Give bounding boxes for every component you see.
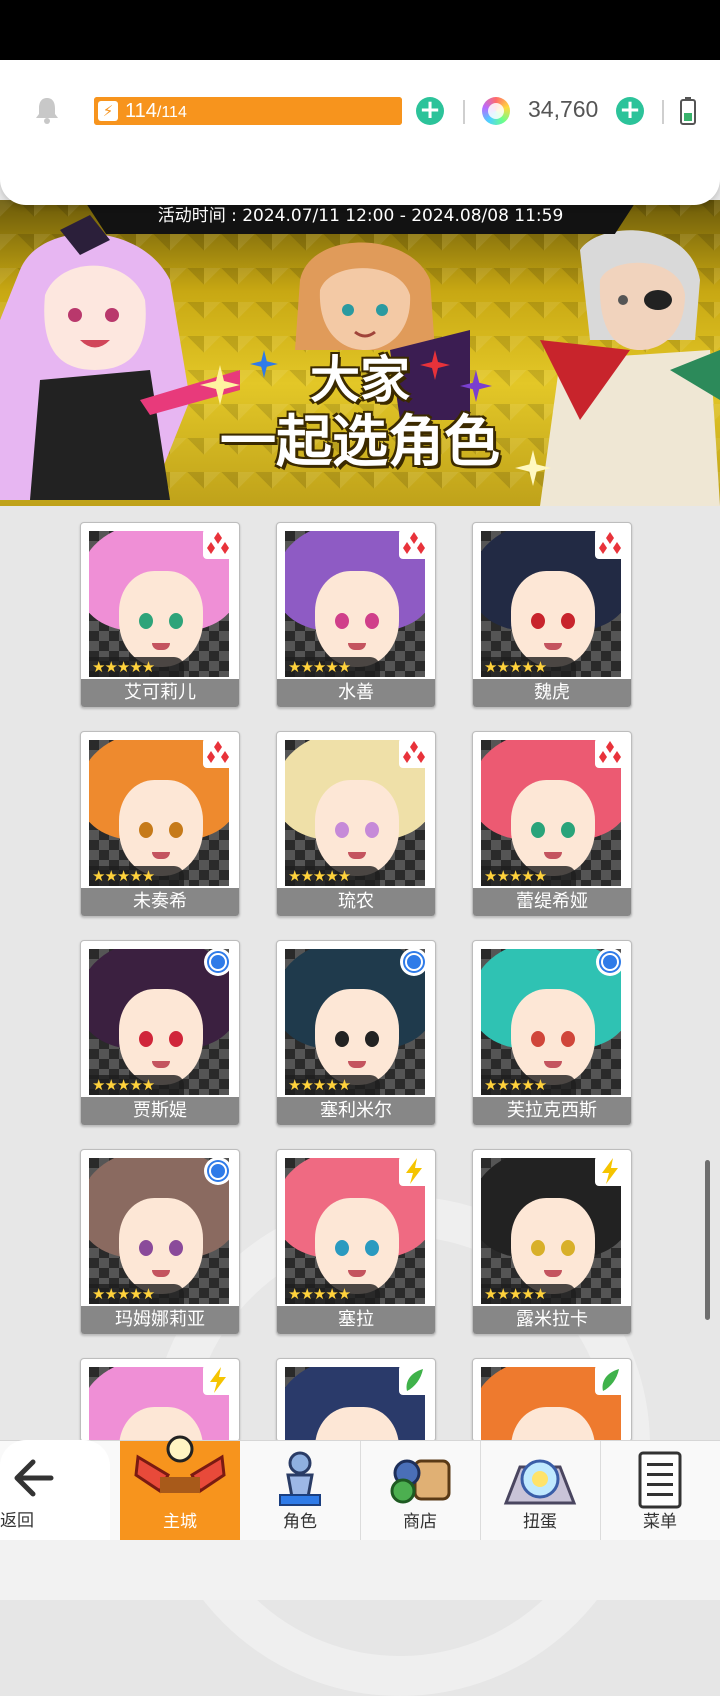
character-card[interactable]: ★★★★★ 未奏希 [80,731,240,917]
banner-title: 大家 一起选角色 [190,350,530,476]
character-name: 水善 [277,679,435,707]
banner-title-line2: 一起选角色 [220,410,500,475]
rarity-stars: ★★★★★ [89,1075,184,1095]
character-card[interactable]: ★★★★★ 琉农 [276,731,436,917]
rarity-stars: ★★★★★ [285,866,380,886]
nav-shop-label: 商店 [403,1512,437,1532]
yellow-bolt-icon [203,1365,233,1395]
battery-icon [680,97,696,125]
stamina-max: /114 [156,104,187,121]
rarity-stars: ★★★★★ [481,1075,576,1095]
character-name: 蕾缇希娅 [473,888,631,916]
character-card[interactable]: ★★★★★ 艾可莉儿 [80,522,240,708]
character-card[interactable]: ★★★★★ 芙拉克西斯 [472,940,632,1126]
character-card[interactable]: ★★★★★ 贾斯媞 [80,940,240,1126]
character-name: 贾斯媞 [81,1097,239,1125]
nav-town-label: 主城 [163,1512,197,1532]
bell-icon[interactable] [32,95,62,125]
rainbow-gem-icon [482,97,510,125]
back-arrow-icon [14,1459,54,1497]
character-figure-icon [279,1451,321,1506]
character-card[interactable]: ★★★★★ 水善 [276,522,436,708]
rarity-stars: ★★★★★ [285,1284,380,1304]
yellow-bolt-icon [595,1156,625,1186]
nav-character-label: 角色 [283,1512,317,1532]
character-name: 艾可莉儿 [81,679,239,707]
nav-town[interactable]: 主城 [120,1435,240,1541]
gesture-bar-area [0,1540,720,1600]
scrollbar[interactable] [705,1160,710,1320]
add-stamina-button[interactable]: + [416,97,444,125]
character-name: 魏虎 [473,679,631,707]
nav-character[interactable]: 角色 [240,1441,361,1541]
gacha-orb-icon [503,1459,577,1505]
stamina-current: 114 [125,100,157,122]
back-label: 返回 [0,1511,34,1531]
rarity-stars: ★★★★★ [89,866,184,886]
red-diamond-icon [595,529,625,559]
rarity-stars: ★★★★★ [89,657,184,677]
lightning-icon: ⚡ [98,101,118,121]
gem-count: 34,760 [528,96,599,122]
system-status-bar [0,0,720,60]
nav-gacha-label: 扭蛋 [523,1512,557,1532]
green-leaf-icon [399,1365,429,1395]
nav-gacha[interactable]: 扭蛋 [480,1441,601,1541]
green-leaf-icon [595,1365,625,1395]
rarity-stars: ★★★★★ [481,657,576,677]
divider [463,100,465,124]
divider [662,100,664,124]
character-name: 芙拉克西斯 [473,1097,631,1125]
rarity-stars: ★★★★★ [285,657,380,677]
blue-circle-icon [595,947,625,977]
shop-bag-icon [390,1459,451,1504]
blue-circle-icon [203,947,233,977]
red-diamond-icon [203,738,233,768]
character-card[interactable]: ★★★★★ 塞利米尔 [276,940,436,1126]
character-card[interactable]: ★★★★★ 魏虎 [472,522,632,708]
nav-shop[interactable]: 商店 [360,1441,481,1541]
pixel-crab-icon [134,1435,226,1494]
resource-header: ⚡ 114/114 + 34,760 + [0,60,720,205]
red-diamond-icon [399,738,429,768]
stamina-bar: ⚡ 114/114 [94,97,402,125]
red-diamond-icon [595,738,625,768]
blue-circle-icon [203,1156,233,1186]
rarity-stars: ★★★★★ [89,1284,184,1304]
menu-list-icon [638,1451,682,1509]
character-name: 玛姆娜莉亚 [81,1306,239,1334]
character-card[interactable] [472,1358,632,1442]
rarity-stars: ★★★★★ [285,1075,380,1095]
back-button[interactable]: 返回 [0,1440,110,1540]
rarity-stars: ★★★★★ [481,866,576,886]
character-card[interactable] [276,1358,436,1442]
event-banner[interactable]: 活动时间 : 2024.07/11 12:00 - 2024.08/08 11:… [0,200,720,506]
rarity-stars: ★★★★★ [481,1284,576,1304]
yellow-bolt-icon [399,1156,429,1186]
character-name: 未奏希 [81,888,239,916]
stamina-text: 114/114 [125,97,187,125]
character-card[interactable]: ★★★★★ 塞拉 [276,1149,436,1335]
nav-menu[interactable]: 菜单 [600,1441,720,1541]
event-time-pill: 活动时间 : 2024.07/11 12:00 - 2024.08/08 11:… [84,200,637,234]
banner-title-line1: 大家 [310,351,410,409]
blue-circle-icon [399,947,429,977]
nav-menu-label: 菜单 [643,1512,677,1532]
character-name: 露米拉卡 [473,1306,631,1334]
character-name: 琉农 [277,888,435,916]
character-name: 塞拉 [277,1306,435,1334]
character-card[interactable]: ★★★★★ 玛姆娜莉亚 [80,1149,240,1335]
character-card[interactable] [80,1358,240,1442]
character-name: 塞利米尔 [277,1097,435,1125]
red-diamond-icon [203,529,233,559]
red-diamond-icon [399,529,429,559]
add-gems-button[interactable]: + [616,97,644,125]
character-card[interactable]: ★★★★★ 蕾缇希娅 [472,731,632,917]
character-card[interactable]: ★★★★★ 露米拉卡 [472,1149,632,1335]
